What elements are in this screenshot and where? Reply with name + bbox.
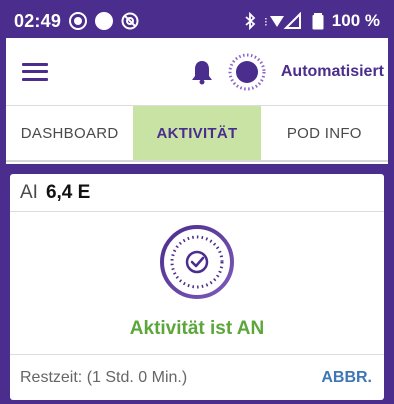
tab-dashboard[interactable]: DASHBOARD xyxy=(6,106,133,160)
mode-label[interactable]: Automatisiert xyxy=(281,63,384,81)
signal-icon: ⁝ xyxy=(264,12,301,29)
status-left: 02:49 xyxy=(14,11,139,32)
status-bar: 02:49 ⁝ 100 % xyxy=(6,4,388,38)
menu-icon[interactable] xyxy=(20,60,50,84)
bell-icon[interactable] xyxy=(191,59,213,85)
bluetooth-icon xyxy=(245,12,256,30)
notification-dot-icon xyxy=(69,12,88,30)
tab-activity[interactable]: AKTIVITÄT xyxy=(133,106,261,160)
status-right: ⁝ 100 % xyxy=(244,11,380,31)
svg-text:⁝: ⁝ xyxy=(264,15,268,29)
content-area: AI 6,4 E Aktivität ist AN Restzeit: (1 S… xyxy=(6,164,388,404)
ai-value: 6,4 E xyxy=(45,181,91,203)
status-time: 02:49 xyxy=(14,10,62,31)
app-header: Automatisiert xyxy=(6,38,388,106)
automated-mode-icon[interactable] xyxy=(227,52,267,92)
activity-status: Aktivität ist AN xyxy=(129,318,265,339)
header-right: Automatisiert xyxy=(191,52,384,92)
tab-bar: DASHBOARD AKTIVITÄT POD INFO xyxy=(6,106,388,162)
sync-icon xyxy=(121,12,139,30)
battery-icon xyxy=(312,13,324,30)
battery-percent: 100 % xyxy=(331,11,380,30)
tab-pod-info[interactable]: POD INFO xyxy=(261,106,388,160)
ai-row: AI 6,4 E xyxy=(10,174,384,212)
activity-card: AI 6,4 E Aktivität ist AN Restzeit: (1 S… xyxy=(10,174,384,400)
abort-button[interactable]: ABBR. xyxy=(321,369,372,387)
notification-circle-icon xyxy=(95,12,114,30)
card-footer: Restzeit: (1 Std. 0 Min.) ABBR. xyxy=(10,354,384,400)
activity-check-icon xyxy=(159,224,235,300)
remaining-time: Restzeit: (1 Std. 0 Min.) xyxy=(20,368,188,386)
ai-label: AI xyxy=(20,181,38,203)
app-screen: Automatisiert DASHBOARD AKTIVITÄT POD IN… xyxy=(6,38,388,404)
